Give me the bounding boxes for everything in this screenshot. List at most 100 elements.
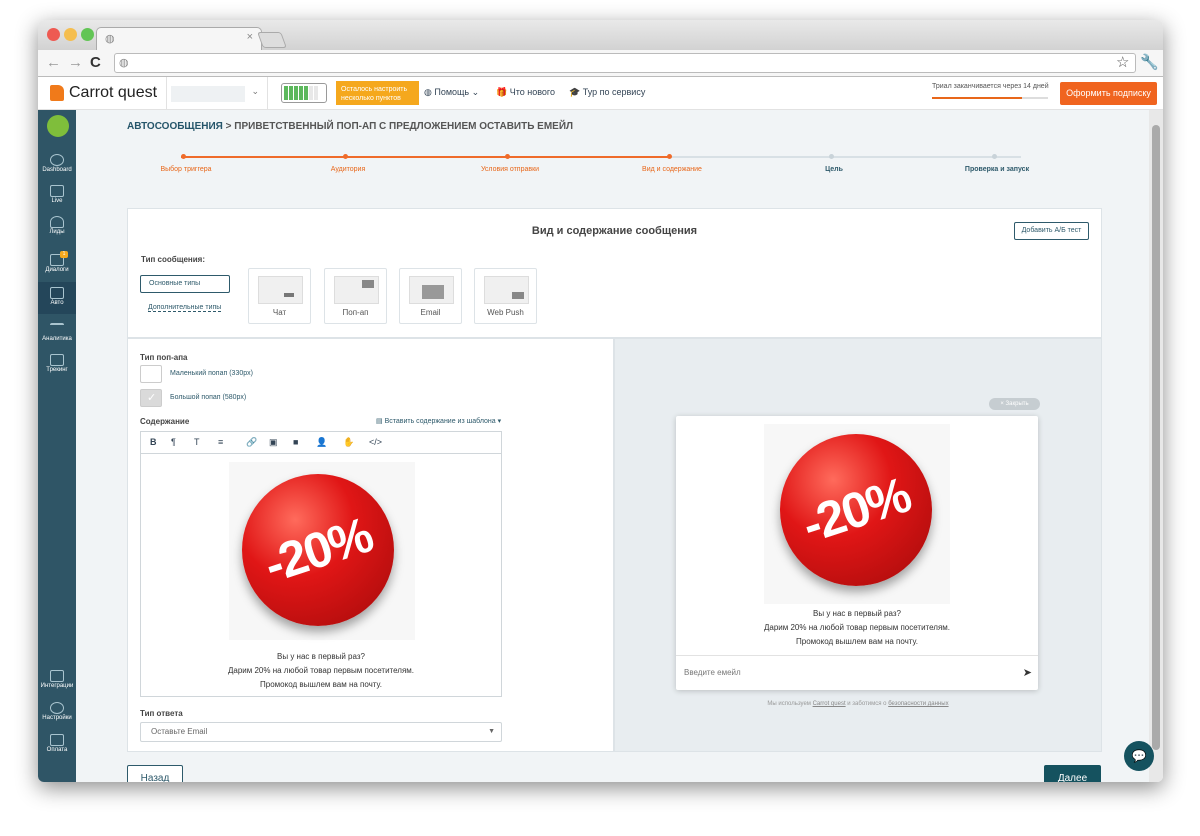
tour-link[interactable]: 🎓 Тур по сервису — [569, 87, 645, 98]
gauge-icon — [50, 154, 64, 166]
insert-template-button[interactable]: ▤ Вставить содержание из шаблона ▾ — [376, 417, 501, 425]
sidebar-item-dashboard[interactable]: Dashboard — [38, 154, 76, 173]
video-icon[interactable]: ■ — [293, 437, 298, 447]
large-popup-radio[interactable]: ✓ — [140, 389, 162, 407]
logo[interactable]: Carrot quest — [50, 84, 157, 102]
step-trigger[interactable]: Выбор триггера — [126, 166, 246, 173]
subscribe-button[interactable]: Оформить подписку — [1060, 82, 1157, 105]
answer-type-label: Тип ответа — [140, 709, 183, 718]
globe-icon: ◍ — [105, 33, 115, 45]
small-popup-label[interactable]: Маленький попап (330px) — [170, 370, 253, 377]
browser-tab[interactable]: ◍ × — [96, 27, 262, 51]
preview-line-3: Промокод вышлем вам на почту. — [796, 637, 918, 646]
app-header: Carrot quest ⌄ Осталось настроить нескол… — [38, 77, 1163, 110]
step-dot — [181, 154, 186, 159]
sidebar-item-billing[interactable]: Оплата — [38, 734, 76, 753]
close-preview-button[interactable]: × Закрыть — [989, 398, 1040, 410]
next-button[interactable]: Далее — [1044, 765, 1101, 782]
breadcrumb-root[interactable]: АВТОСООБЩЕНИЯ — [127, 121, 223, 132]
project-selector[interactable]: ⌄ — [166, 77, 268, 110]
type-chat-card[interactable]: Чат — [248, 268, 311, 324]
image-icon[interactable]: ▣ — [269, 437, 278, 448]
type-webpush-card[interactable]: Web Push — [474, 268, 537, 324]
sidebar-item-tracking[interactable]: Трекинг — [38, 354, 76, 373]
send-icon[interactable]: ➤ — [1023, 666, 1032, 679]
close-tab-icon[interactable]: × — [247, 31, 253, 43]
setup-notice[interactable]: Осталось настроить несколько пунктов — [336, 81, 419, 105]
back-arrow-icon[interactable]: ← — [46, 54, 61, 72]
type-email-card[interactable]: Email — [399, 268, 462, 324]
user-variable-icon[interactable]: 👤 — [316, 437, 327, 448]
chat-bubble-icon: 💬 — [1131, 749, 1147, 763]
sidebar-item-live[interactable]: Live — [38, 185, 76, 204]
paragraph-icon[interactable]: ¶ — [171, 437, 176, 447]
trial-progress-bar — [932, 97, 1048, 99]
back-button[interactable]: Назад — [127, 765, 183, 782]
sidebar-item-integrations[interactable]: Интеграции — [38, 670, 76, 689]
puzzle-icon — [50, 670, 64, 682]
bold-icon[interactable]: B — [150, 437, 157, 447]
type-popup-card[interactable]: Поп-ап — [324, 268, 387, 324]
code-icon[interactable]: </> — [369, 437, 382, 447]
breadcrumb-current: > ПРИВЕТСТВЕННЫЙ ПОП-АП С ПРЕДЛОЖЕНИЕМ О… — [225, 121, 574, 132]
step-dot — [343, 154, 348, 159]
add-ab-test-button[interactable]: Добавить А/Б тест — [1014, 222, 1089, 240]
chat-widget-button[interactable]: 💬 — [1124, 741, 1154, 771]
step-audience[interactable]: Аудитория — [288, 166, 408, 173]
scrollbar-thumb[interactable] — [1152, 125, 1160, 750]
setup-progress-battery[interactable] — [281, 83, 327, 103]
basic-types-tab[interactable]: Основные типы — [140, 275, 230, 293]
step-conditions[interactable]: Условия отправки — [450, 166, 570, 173]
sidebar-item-analytics[interactable]: Аналитика — [38, 323, 76, 342]
address-bar[interactable]: ◍ — [114, 53, 1136, 73]
extra-types-tab[interactable]: Дополнительные типы — [148, 304, 222, 312]
align-icon[interactable]: ≡ — [218, 437, 223, 447]
forward-arrow-icon[interactable]: → — [68, 54, 83, 72]
step-dot — [829, 154, 834, 159]
whats-new-link[interactable]: 🎁 Что нового — [496, 87, 555, 98]
browser-window: ◍ × ← → C ◍ ☆ 🔧 Carrot quest ⌄ Осталось … — [38, 20, 1163, 782]
step-dot — [992, 154, 997, 159]
graduation-cap-icon: 🎓 — [569, 87, 583, 97]
link-icon[interactable]: 🔗 — [246, 437, 257, 448]
answer-type-select[interactable]: Оставьте Email ▼ — [140, 722, 502, 742]
popup-preview: -20% Вы у нас в первый раз? Дарим 20% на… — [676, 416, 1038, 690]
email-preview-icon — [409, 276, 454, 304]
new-tab-button[interactable] — [257, 32, 287, 48]
preview-discount-image: -20% — [764, 424, 950, 604]
sidebar-item-leads[interactable]: Лиды — [38, 216, 76, 235]
carrot-quest-link[interactable]: Carrot quest — [813, 701, 846, 707]
zoom-window-button[interactable] — [81, 28, 94, 41]
font-size-icon[interactable]: T — [194, 437, 200, 447]
page-icon: ◍ — [119, 57, 129, 69]
step-dot — [505, 154, 510, 159]
popup-type-label: Тип поп-апа — [140, 353, 188, 362]
step-goal[interactable]: Цель — [774, 166, 894, 173]
content-line-2: Дарим 20% на любой товар первым посетите… — [227, 666, 415, 675]
users-icon — [50, 216, 64, 228]
hand-icon[interactable]: ✋ — [343, 437, 354, 448]
privacy-disclaimer: Мы используем Carrot quest и заботимся о… — [767, 701, 949, 707]
data-security-link[interactable]: безопасности данных — [888, 701, 948, 707]
preview-panel: × Закрыть -20% Вы у нас в первый раз? Да… — [614, 338, 1102, 752]
select-arrow-icon: ▼ — [488, 728, 495, 735]
large-popup-label[interactable]: Большой попап (580px) — [170, 394, 246, 401]
star-icon[interactable]: ☆ — [1116, 54, 1129, 72]
sidebar-item-settings[interactable]: Настройки — [38, 702, 76, 721]
sidebar-item-dialogs[interactable]: 1 Диалоги — [38, 251, 76, 273]
sidebar-item-auto[interactable]: Авто — [38, 282, 76, 314]
wrench-icon[interactable]: 🔧 — [1140, 54, 1159, 72]
reload-icon[interactable]: C — [90, 54, 101, 72]
help-menu[interactable]: ◍ Помощь ⌄ — [424, 87, 479, 98]
avatar[interactable] — [47, 115, 69, 137]
page-scrollbar[interactable] — [1149, 110, 1163, 782]
cursor-icon — [50, 354, 64, 366]
close-window-button[interactable] — [47, 28, 60, 41]
step-content[interactable]: Вид и содержание — [612, 166, 732, 173]
editor-panel: Тип поп-апа Маленький попап (330px) ✓ Бо… — [127, 338, 614, 752]
step-review[interactable]: Проверка и запуск — [937, 166, 1057, 173]
rich-text-editor[interactable]: B ¶ T ≡ 🔗 ▣ ■ 👤 ✋ </> -20% Вы у нас в пе… — [140, 431, 502, 697]
small-popup-radio[interactable] — [140, 365, 162, 383]
email-input[interactable]: Введите емейл ➤ — [676, 655, 1038, 689]
minimize-window-button[interactable] — [64, 28, 77, 41]
